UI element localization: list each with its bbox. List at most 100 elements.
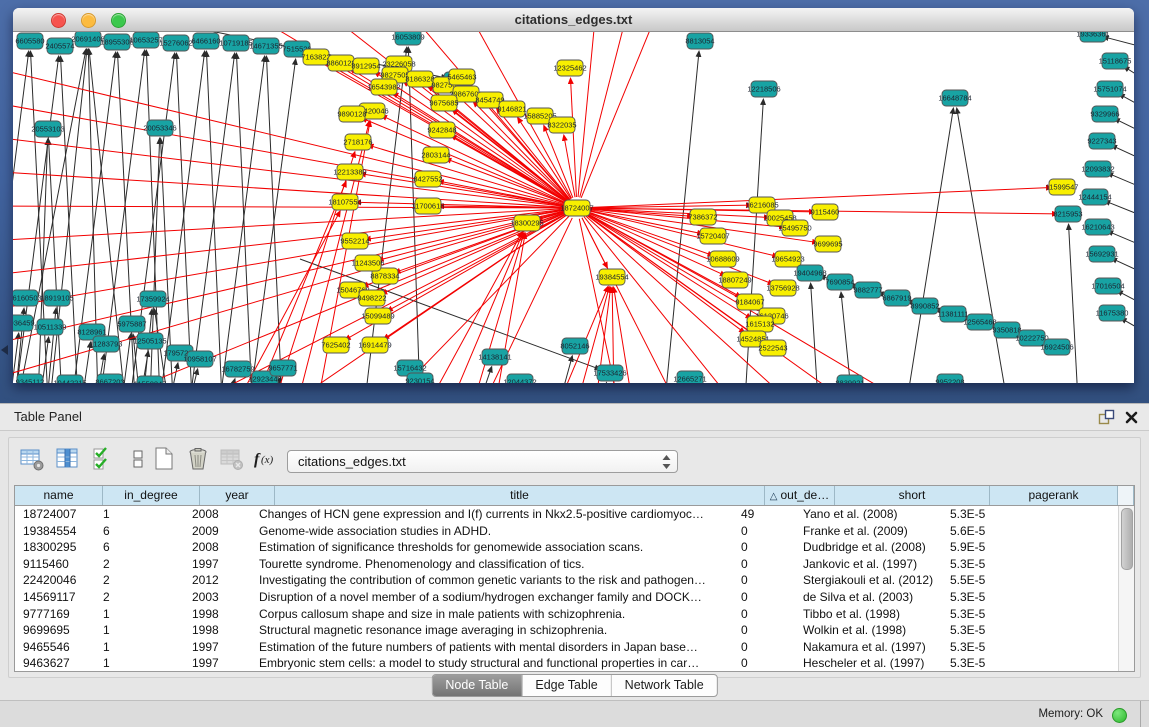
table-cell[interactable]: 2009 (184, 523, 251, 540)
graph-node[interactable]: 8215953 (1053, 206, 1082, 222)
graph-node[interactable]: 12093832 (1081, 161, 1114, 177)
graph-node[interactable]: 9184067 (735, 294, 764, 310)
graph-node[interactable]: 15495750 (778, 220, 811, 236)
graph-node[interactable]: 15751074 (1093, 81, 1126, 97)
graph-node[interactable]: 11283793 (90, 336, 123, 352)
table-cell[interactable]: 5.3E-5 (942, 589, 1062, 606)
graph-node[interactable]: 17533426 (593, 365, 626, 381)
graph-node[interactable]: 9115460 (811, 204, 840, 220)
table-cell[interactable]: 5.3E-5 (942, 655, 1062, 672)
graph-node[interactable]: 9952208 (935, 374, 964, 383)
table-row[interactable]: 1830029562008Estimation of significance … (15, 539, 1134, 556)
table-row[interactable]: 1456911722003Disruption of a novel membe… (15, 589, 1134, 606)
graph-node[interactable]: 9329966 (1090, 106, 1119, 122)
graph-node[interactable]: 10958107 (183, 351, 216, 367)
table-cell[interactable]: 49 (733, 506, 795, 523)
column-header[interactable]: name (15, 486, 103, 505)
table-cell[interactable]: 0 (733, 523, 795, 540)
graph-node[interactable]: 18919105 (40, 290, 73, 306)
table-cell[interactable]: 2008 (184, 506, 251, 523)
float-panel-icon[interactable] (1097, 408, 1115, 426)
table-cell[interactable]: Wolkin et al. (1998) (795, 622, 942, 639)
table-cell[interactable]: Disruption of a novel member of a sodium… (251, 589, 733, 606)
graph-node[interactable]: 8186328 (405, 71, 434, 87)
table-cell[interactable]: Nakamura et al. (1997) (795, 639, 942, 656)
graph-node[interactable]: 9552214 (340, 233, 369, 249)
close-panel-icon[interactable] (1123, 408, 1141, 426)
table-cell[interactable]: 5.3E-5 (942, 622, 1062, 639)
table-row[interactable]: 911546021997Tourette syndrome. Phenomeno… (15, 556, 1134, 573)
table-cell[interactable]: 19384554 (15, 523, 95, 540)
graph-node[interactable]: 10442215 (53, 375, 86, 383)
graph-node[interactable]: 19404968 (793, 265, 826, 281)
graph-node[interactable]: 17016504 (1091, 278, 1124, 294)
table-cell[interactable]: 1998 (184, 622, 251, 639)
graph-node[interactable]: 18300295 (510, 215, 543, 231)
table-row[interactable]: 1872400712008Changes of HCN gene express… (15, 506, 1134, 523)
graph-node[interactable]: 16543982 (367, 79, 400, 95)
table-cell[interactable]: 0 (733, 655, 795, 672)
table-cell[interactable]: Tibbo et al. (1998) (795, 606, 942, 623)
network-graph-canvas[interactable]: 6605580240557420691406189553081065325715… (13, 32, 1134, 383)
table-cell[interactable]: 0 (733, 639, 795, 656)
graph-node[interactable]: 8839921 (835, 375, 864, 383)
table-cell[interactable]: Investigating the contribution of common… (251, 572, 733, 589)
tab-edge-table[interactable]: Edge Table (521, 675, 610, 696)
graph-node[interactable]: 9498222 (357, 290, 386, 306)
graph-node[interactable]: 11599547 (1046, 179, 1079, 195)
table-cell[interactable]: 1 (95, 622, 184, 639)
graph-node[interactable]: 9146821 (497, 101, 526, 117)
column-header[interactable]: short (835, 486, 990, 505)
graph-node[interactable]: 9227343 (1087, 133, 1116, 149)
collapse-panel-arrow-icon[interactable] (1, 345, 8, 355)
column-header[interactable]: title (275, 486, 765, 505)
graph-node[interactable]: 8990852 (910, 298, 939, 314)
graph-node[interactable]: 9675685 (429, 95, 458, 111)
graph-node[interactable]: 16210643 (1081, 219, 1114, 235)
graph-node[interactable]: 10688609 (706, 251, 739, 267)
graph-node[interactable]: 15276062 (159, 35, 192, 51)
graph-node[interactable]: 12325462 (553, 60, 586, 76)
table-cell[interactable]: Estimation of the future numbers of pati… (251, 639, 733, 656)
graph-node[interactable]: 19654923 (771, 251, 804, 267)
table-cell[interactable]: 9465546 (15, 639, 95, 656)
graph-node[interactable]: 26160503 (13, 290, 42, 306)
graph-node[interactable]: 6605580 (15, 33, 44, 49)
select-all-icon[interactable] (90, 446, 118, 474)
graph-node[interactable]: 9936459 (13, 315, 35, 331)
graph-node[interactable]: 10653257 (129, 32, 162, 48)
network-window-titlebar[interactable]: citations_edges.txt (13, 8, 1134, 32)
graph-node[interactable]: 12213389 (333, 164, 366, 180)
graph-node[interactable]: 16924506 (1040, 339, 1073, 355)
column-header[interactable]: pagerank (990, 486, 1118, 505)
table-cell[interactable]: 9115460 (15, 556, 95, 573)
table-cell[interactable]: Corpus callosum shape and size in male p… (251, 606, 733, 623)
graph-node[interactable]: 10511339 (34, 319, 67, 335)
table-cell[interactable]: 9777169 (15, 606, 95, 623)
table-row[interactable]: 2242004622012Investigating the contribut… (15, 572, 1134, 589)
clear-selection-icon[interactable] (124, 446, 152, 474)
graph-node[interactable]: 12444154 (1078, 189, 1111, 205)
graph-node[interactable]: 2522543 (758, 340, 787, 356)
table-cell[interactable]: Yano et al. (2008) (795, 506, 942, 523)
graph-node[interactable]: 10719185 (219, 35, 252, 51)
table-row[interactable]: 977716911998Corpus callosum shape and si… (15, 606, 1134, 623)
table-cell[interactable]: 5.3E-5 (942, 506, 1062, 523)
table-cell[interactable]: 1 (95, 506, 184, 523)
delete-table-icon[interactable] (218, 446, 246, 474)
table-cell[interactable]: Hescheler et al. (1997) (795, 655, 942, 672)
table-cell[interactable]: Estimation of significance thresholds fo… (251, 539, 733, 556)
graph-node[interactable]: 8322035 (547, 117, 576, 133)
graph-node[interactable]: 12665271 (673, 371, 706, 383)
table-cell[interactable]: 2008 (184, 539, 251, 556)
tab-node-table[interactable]: Node Table (432, 675, 521, 696)
table-cell[interactable]: 2 (95, 572, 184, 589)
table-cell[interactable]: 6 (95, 539, 184, 556)
table-selector-dropdown[interactable]: citations_edges.txt (287, 450, 678, 473)
graph-node[interactable]: 6466160 (191, 33, 220, 49)
table-cell[interactable]: de Silva et al. (2003) (795, 589, 942, 606)
table-cell[interactable]: 0 (733, 589, 795, 606)
graph-node[interactable]: 8912954 (351, 58, 380, 74)
graph-node[interactable]: 14671355 (249, 38, 282, 54)
new-table-icon[interactable] (150, 446, 178, 474)
